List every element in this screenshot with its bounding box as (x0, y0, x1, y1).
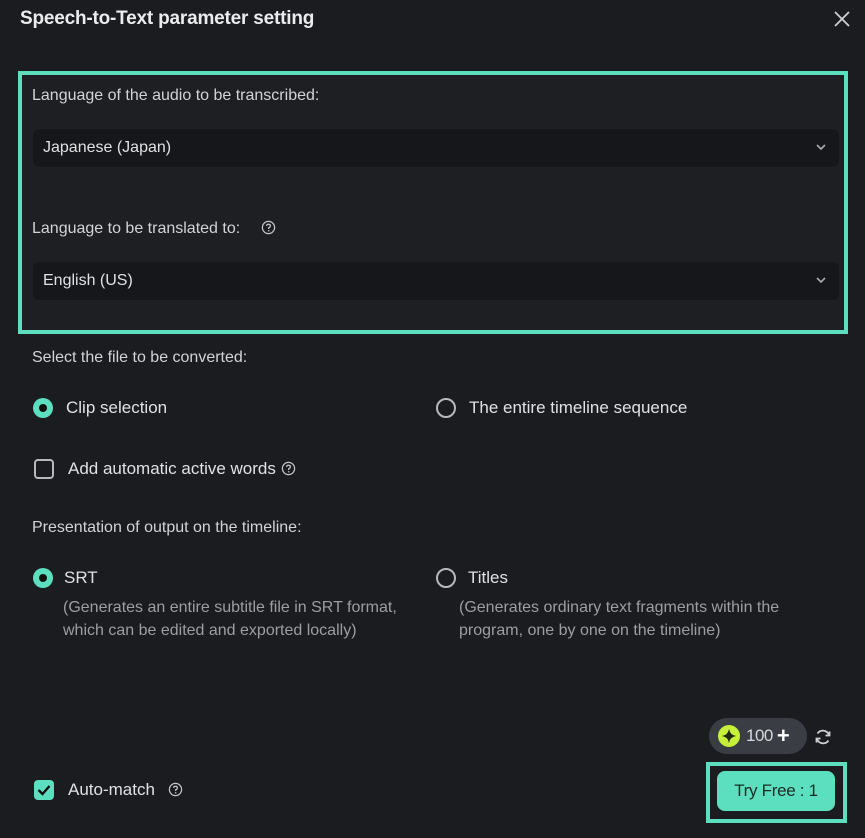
source-language-label: Language of the audio to be transcribed: (32, 87, 320, 104)
file-selection-label: Select the file to be converted: (32, 349, 248, 366)
close-icon (834, 11, 850, 27)
active-words-label-text: Add automatic active words (68, 459, 276, 478)
target-language-label: Language to be translated to: (32, 220, 276, 238)
entire-timeline-label[interactable]: The entire timeline sequence (469, 398, 687, 418)
radio-srt[interactable] (33, 568, 53, 588)
help-icon[interactable] (261, 220, 276, 235)
refresh-icon[interactable] (813, 727, 833, 747)
active-words-checkbox[interactable] (34, 459, 54, 479)
source-language-select[interactable]: Japanese (Japan) (33, 129, 839, 167)
radio-titles[interactable] (436, 568, 456, 588)
credits-badge[interactable]: 100 + (709, 718, 807, 754)
close-button[interactable] (831, 8, 853, 30)
auto-match-checkbox[interactable] (34, 780, 54, 800)
dialog-title: Speech-to-Text parameter setting (20, 8, 315, 29)
clip-selection-label[interactable]: Clip selection (66, 398, 167, 418)
srt-label[interactable]: SRT (64, 568, 98, 588)
titles-description: (Generates ordinary text fragments withi… (459, 599, 780, 639)
active-words-label[interactable]: Add automatic active words (68, 459, 296, 479)
help-icon[interactable] (168, 782, 183, 797)
output-presentation-label: Presentation of output on the timeline: (32, 519, 302, 536)
radio-entire-timeline[interactable] (436, 398, 456, 418)
try-free-button[interactable]: Try Free : 1 (717, 771, 835, 811)
target-language-label-text: Language to be translated to: (32, 220, 241, 237)
coin-icon (718, 725, 740, 747)
chevron-down-icon (816, 144, 826, 151)
auto-match-label-text: Auto-match (68, 780, 155, 799)
auto-match-label[interactable]: Auto-match (68, 780, 183, 800)
checkmark-icon (37, 785, 51, 796)
titles-label[interactable]: Titles (468, 568, 508, 588)
add-credits-icon[interactable]: + (777, 725, 790, 747)
radio-clip-selection[interactable] (33, 398, 53, 418)
target-language-select[interactable]: English (US) (33, 262, 839, 300)
credits-count: 100 (746, 726, 773, 745)
help-icon[interactable] (281, 461, 296, 476)
target-language-value: English (US) (43, 272, 133, 289)
srt-description: (Generates an entire subtitle file in SR… (63, 599, 397, 639)
source-language-value: Japanese (Japan) (43, 139, 172, 156)
chevron-down-icon (816, 277, 826, 284)
language-settings-panel: Language of the audio to be transcribed:… (18, 71, 848, 334)
